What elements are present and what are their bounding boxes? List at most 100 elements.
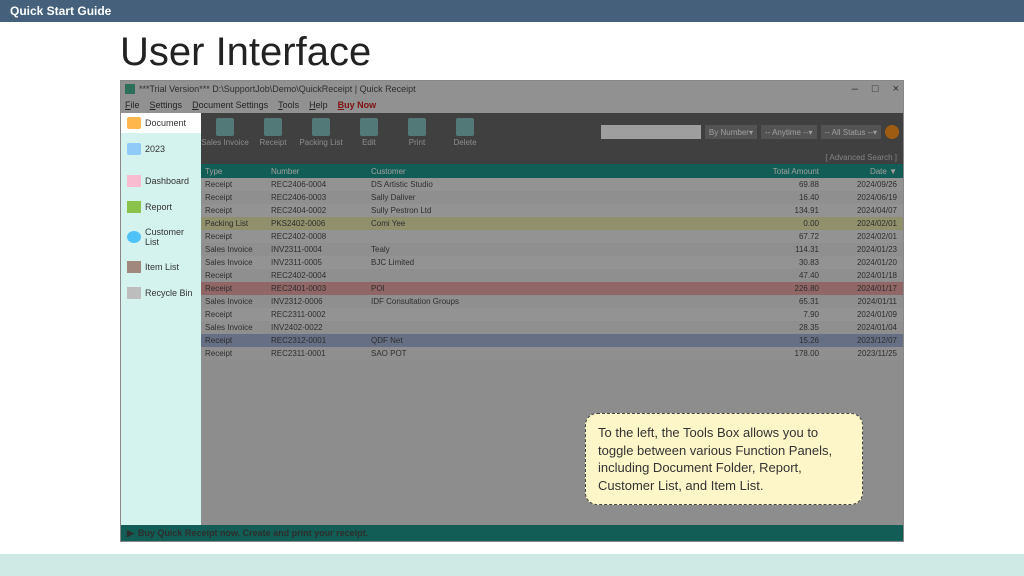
- folder-icon: [127, 143, 141, 155]
- menu-help[interactable]: Help: [309, 100, 328, 110]
- cell-type: Receipt: [201, 193, 271, 202]
- cell-amount: 16.40: [733, 193, 823, 202]
- table-row[interactable]: ReceiptREC2311-0001SAO POT178.002023/11/…: [201, 347, 903, 360]
- menu-tools[interactable]: Tools: [278, 100, 299, 110]
- table-row[interactable]: ReceiptREC2312-0001QDF Net15.262023/12/0…: [201, 334, 903, 347]
- sidebar: Document 2023 Dashboard Report Customer …: [121, 113, 201, 525]
- cell-customer: DS Artistic Studio: [371, 180, 733, 189]
- cell-number: REC2401-0003: [271, 284, 371, 293]
- search-input[interactable]: [601, 125, 701, 139]
- cell-number: INV2312-0006: [271, 297, 371, 306]
- cell-number: INV2311-0004: [271, 245, 371, 254]
- cell-number: REC2311-0002: [271, 310, 371, 319]
- cell-date: 2024/02/01: [823, 219, 903, 228]
- table-row[interactable]: Sales InvoiceINV2311-0004Tealy114.312024…: [201, 243, 903, 256]
- table-row[interactable]: Sales InvoiceINV2312-0006IDF Consultatio…: [201, 295, 903, 308]
- menu-buy-now[interactable]: Buy Now: [338, 100, 377, 110]
- table-row[interactable]: Sales InvoiceINV2311-0005BJC Limited30.8…: [201, 256, 903, 269]
- cell-number: REC2402-0004: [271, 271, 371, 280]
- toolbar-edit[interactable]: Edit: [345, 118, 393, 147]
- filter-status-dropdown[interactable]: -- All Status --: [821, 125, 881, 139]
- app-icon: [125, 84, 135, 94]
- folder-open-icon: [127, 117, 141, 129]
- col-date[interactable]: Date ▼: [823, 167, 903, 176]
- table-row[interactable]: ReceiptREC2311-0002 7.902024/01/09: [201, 308, 903, 321]
- cell-amount: 28.35: [733, 323, 823, 332]
- table-row[interactable]: ReceiptREC2401-0003POI226.802024/01/17: [201, 282, 903, 295]
- cell-type: Receipt: [201, 310, 271, 319]
- grid-header: Type Number Customer Total Amount Date ▼: [201, 164, 903, 178]
- advanced-search-link[interactable]: [ Advanced Search ]: [201, 151, 903, 164]
- footer-buy-bar[interactable]: Buy Quick Receipt now. Create and print …: [121, 525, 903, 541]
- table-row[interactable]: ReceiptREC2402-000867.722024/02/01: [201, 230, 903, 243]
- sidebar-item-year[interactable]: 2023: [121, 139, 201, 159]
- cell-date: 2024/09/26: [823, 180, 903, 189]
- toolbar-receipt[interactable]: Receipt: [249, 118, 297, 147]
- menu-document-settings[interactable]: Document Settings: [192, 100, 268, 110]
- slide-bottom-band: [0, 554, 1024, 576]
- sidebar-item-recycle-bin[interactable]: Recycle Bin: [121, 283, 201, 303]
- cell-date: 2024/01/23: [823, 245, 903, 254]
- callout-tooltip: To the left, the Tools Box allows you to…: [585, 413, 863, 505]
- filter-time-dropdown[interactable]: -- Anytime --: [761, 125, 817, 139]
- cell-number: REC2402-0008: [271, 232, 371, 241]
- cell-number: REC2406-0004: [271, 180, 371, 189]
- cell-amount: 65.31: [733, 297, 823, 306]
- cell-type: Sales Invoice: [201, 245, 271, 254]
- cell-amount: 178.00: [733, 349, 823, 358]
- sidebar-item-label: Dashboard: [145, 176, 189, 186]
- toolbar-sales-invoice[interactable]: Sales Invoice: [201, 118, 249, 147]
- cell-customer: BJC Limited: [371, 258, 733, 267]
- sidebar-item-document[interactable]: Document: [121, 113, 201, 133]
- table-row[interactable]: ReceiptREC2406-0003Sally Daliver16.40202…: [201, 191, 903, 204]
- cell-amount: 0.00: [733, 219, 823, 228]
- cell-date: 2024/01/09: [823, 310, 903, 319]
- col-type[interactable]: Type: [201, 167, 271, 176]
- cell-type: Sales Invoice: [201, 258, 271, 267]
- minimize-button[interactable]: –: [852, 83, 858, 95]
- menu-settings[interactable]: Settings: [150, 100, 183, 110]
- cell-amount: 15.26: [733, 336, 823, 345]
- cell-amount: 134.91: [733, 206, 823, 215]
- cell-amount: 7.90: [733, 310, 823, 319]
- cell-customer: Comi Yee: [371, 219, 733, 228]
- cell-date: 2024/01/20: [823, 258, 903, 267]
- cell-date: 2024/06/19: [823, 193, 903, 202]
- report-icon: [127, 201, 141, 213]
- close-button[interactable]: ×: [893, 83, 899, 95]
- table-row[interactable]: ReceiptREC2406-0004DS Artistic Studio69.…: [201, 178, 903, 191]
- cell-number: REC2311-0001: [271, 349, 371, 358]
- table-row[interactable]: ReceiptREC2404-0002Sully Pestron Ltd134.…: [201, 204, 903, 217]
- slide-title: User Interface: [0, 22, 1024, 81]
- table-row[interactable]: Sales InvoiceINV2402-002228.352024/01/04: [201, 321, 903, 334]
- table-row[interactable]: ReceiptREC2402-000447.402024/01/18: [201, 269, 903, 282]
- toolbar-packing-list[interactable]: Packing List: [297, 118, 345, 147]
- table-row[interactable]: Packing ListPKS2402-0006Comi Yee0.002024…: [201, 217, 903, 230]
- col-number[interactable]: Number: [271, 167, 371, 176]
- col-customer[interactable]: Customer: [371, 167, 733, 176]
- search-go-button[interactable]: [885, 125, 899, 139]
- cell-date: 2024/01/17: [823, 284, 903, 293]
- cell-customer: POI: [371, 284, 733, 293]
- maximize-button[interactable]: □: [872, 83, 879, 95]
- cell-type: Receipt: [201, 206, 271, 215]
- menubar: File Settings Document Settings Tools He…: [121, 97, 903, 113]
- sidebar-item-dashboard[interactable]: Dashboard: [121, 171, 201, 191]
- sidebar-item-customer-list[interactable]: Customer List: [121, 223, 201, 251]
- toolbar-delete[interactable]: Delete: [441, 118, 489, 147]
- sidebar-item-report[interactable]: Report: [121, 197, 201, 217]
- toolbar-print[interactable]: Print: [393, 118, 441, 147]
- cell-date: 2024/04/07: [823, 206, 903, 215]
- cell-type: Sales Invoice: [201, 297, 271, 306]
- cell-amount: 30.83: [733, 258, 823, 267]
- cell-date: 2024/01/11: [823, 297, 903, 306]
- sidebar-item-item-list[interactable]: Item List: [121, 257, 201, 277]
- cell-customer: SAO POT: [371, 349, 733, 358]
- menu-file[interactable]: File: [125, 100, 140, 110]
- filter-by-dropdown[interactable]: By Number: [705, 125, 757, 139]
- cell-number: REC2312-0001: [271, 336, 371, 345]
- col-amount[interactable]: Total Amount: [733, 167, 823, 176]
- customer-icon: [127, 231, 141, 243]
- cell-customer: Sully Pestron Ltd: [371, 206, 733, 215]
- sidebar-item-label: Document: [145, 118, 186, 128]
